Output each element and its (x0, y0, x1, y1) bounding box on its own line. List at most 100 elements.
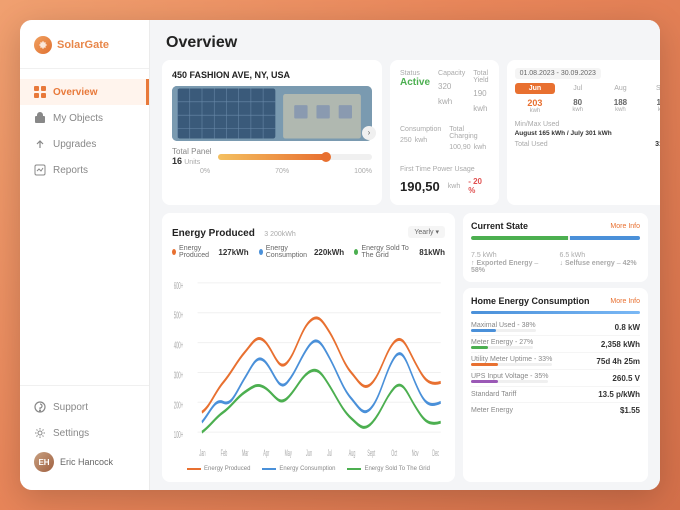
month-tab-jun[interactable]: Jun (515, 83, 556, 94)
right-panel: Current State More Info 7.5 kWh (463, 213, 648, 482)
property-address: 450 FASHION AVE, NY, USA (172, 70, 372, 80)
sidebar-item-reports[interactable]: Reports (20, 157, 149, 183)
calendar-header: 01.08.2023 - 30.09.2023 ▼ (515, 68, 660, 79)
month-tab-sept[interactable]: Sept (643, 83, 660, 94)
legend-dot-produced (172, 249, 176, 255)
page-title: Overview (166, 34, 644, 52)
logo-icon (34, 36, 52, 54)
chart-title-group: Energy Produced 3 200kWh (172, 223, 296, 241)
sidebar: SolarGate Overview My Objects Upgrades (20, 20, 150, 490)
energy-row: Maximal Used - 38% 0.8 kW (471, 319, 640, 336)
svg-text:Feb: Feb (221, 450, 228, 459)
month-val-aug: 188 kwh (600, 98, 641, 114)
home-energy-more-info[interactable]: More Info (610, 298, 640, 305)
svg-text:600+: 600+ (174, 280, 184, 292)
app-container: SolarGate Overview My Objects Upgrades (20, 20, 660, 490)
svg-text:300+: 300+ (174, 369, 184, 381)
selfuse-item: 6.5 kWh ↓ Selfuse energy – 42% (560, 246, 641, 274)
sidebar-item-my-objects[interactable]: My Objects (20, 105, 149, 131)
content-grid: 450 FASHION AVE, NY, USA (150, 60, 660, 490)
energy-rows: Maximal Used - 38% 0.8 kW Meter Energy -… (471, 319, 640, 418)
user-profile[interactable]: EH Eric Hancock (20, 446, 149, 478)
month-tab-jul[interactable]: Jul (557, 83, 598, 94)
svg-text:Jul: Jul (327, 450, 332, 459)
svg-text:200+: 200+ (174, 399, 184, 411)
capacity-item: Capacity 320 kwh (438, 70, 465, 114)
current-state-header: Current State More Info (471, 221, 640, 231)
svg-text:Sept: Sept (367, 450, 375, 459)
panel-bar-fill (218, 154, 326, 160)
current-state-more-info[interactable]: More Info (610, 223, 640, 230)
bottom-row: Energy Produced 3 200kWh Yearly ▾ Energy… (162, 213, 648, 482)
sidebar-item-label: Overview (53, 87, 97, 98)
legend-item-consumption: Energy Consumption 220kWh (259, 245, 345, 259)
next-arrow[interactable]: › (362, 126, 376, 140)
chart-header: Energy Produced 3 200kWh Yearly ▾ (172, 223, 445, 241)
current-state-progress (471, 236, 640, 240)
month-values: 203 kwh 80 kwh 188 kwh 143 (515, 98, 660, 114)
energy-row: Meter Energy - 27% 2,358 kWh (471, 336, 640, 353)
total-charging-item: Total Charging 100,90 kwh (449, 126, 488, 152)
svg-text:Mar: Mar (242, 450, 249, 459)
bar-percents: 0% 70% 100% (172, 168, 372, 175)
progress-exported (471, 236, 568, 240)
status-item: Status Active (400, 70, 430, 114)
main-content: Overview 450 FASHION AVE, NY, USA (150, 20, 660, 490)
avatar: EH (34, 452, 54, 472)
energy-chart: 600+ 500+ 400+ 300+ 200+ 100+ (172, 263, 445, 462)
cal-stats: Min/Max Used August 165 kWh / July 301 k… (515, 120, 660, 149)
panel-bar-marker (321, 152, 331, 162)
footer-legend-grid: Energy Sold To The Grid (347, 466, 429, 472)
legend-item-produced: Energy Produced 127kWh (172, 245, 249, 259)
sidebar-bottom: Support Settings EH Eric Hancock (20, 385, 149, 478)
sidebar-item-label: Upgrades (53, 139, 96, 150)
home-energy-header: Home Energy Consumption More Info (471, 296, 640, 306)
property-card: 450 FASHION AVE, NY, USA (162, 60, 382, 205)
month-val-jul: 80 kwh (557, 98, 598, 114)
home-energy-card: Home Energy Consumption More Info Maxima… (463, 288, 648, 482)
status-row: Status Active Capacity 320 kwh Total Yie… (400, 70, 489, 114)
svg-text:Nov: Nov (412, 450, 419, 459)
panel-label: Total Panel 16 Units (172, 147, 212, 166)
total-yield-item: Total Yield 190 kwh (473, 70, 488, 114)
state-values: 7.5 kWh ↑ Exported Energy – 58% 6.5 kWh (471, 246, 640, 274)
sidebar-item-label: Settings (53, 428, 89, 439)
sidebar-item-label: My Objects (53, 113, 103, 124)
panel-info: Total Panel 16 Units (172, 147, 372, 166)
consumption-item: Consumption 250 kwh (400, 126, 441, 152)
footer-legend-consumption: Energy Consumption (262, 466, 335, 472)
chart-legend: Energy Produced 127kWh Energy Consumptio… (172, 245, 445, 259)
stats-card: Status Active Capacity 320 kwh Total Yie… (390, 60, 499, 205)
date-range[interactable]: 01.08.2023 - 30.09.2023 (515, 68, 601, 79)
month-val-jun: 203 kwh (515, 98, 556, 114)
sidebar-item-support[interactable]: Support (20, 394, 149, 420)
sidebar-item-upgrades[interactable]: Upgrades (20, 131, 149, 157)
energy-row: Utility Meter Uptime - 33% 75d 4h 25m (471, 353, 640, 370)
top-highlight-bar (471, 311, 640, 314)
logo-text: SolarGate (57, 39, 109, 51)
svg-text:Oct: Oct (391, 450, 397, 459)
sidebar-item-label: Support (53, 402, 88, 413)
footer-legend-produced: Energy Produced (187, 466, 250, 472)
sidebar-item-overview[interactable]: Overview (20, 79, 149, 105)
calendar-card: 01.08.2023 - 30.09.2023 ▼ Jun Jul Aug Se… (507, 60, 660, 205)
svg-text:500+: 500+ (174, 310, 184, 322)
logo: SolarGate (20, 36, 149, 69)
sidebar-item-settings[interactable]: Settings (20, 420, 149, 446)
first-time-row: First Time Power Usage (400, 166, 489, 173)
month-tab-aug[interactable]: Aug (600, 83, 641, 94)
energy-row: Standard Tariff 13.5 p/kWh (471, 387, 640, 403)
chart-subtitle: 3 200kWh (264, 231, 296, 238)
consumption-row: Consumption 250 kwh Total Charging 100,9… (400, 126, 489, 152)
energy-row: Meter Energy $1.55 (471, 403, 640, 418)
current-state-card: Current State More Info 7.5 kWh (463, 213, 648, 282)
chart-period-selector[interactable]: Yearly ▾ (408, 226, 445, 238)
svg-text:100+: 100+ (174, 429, 184, 441)
panel-bar (218, 154, 372, 160)
month-tabs: Jun Jul Aug Sept (515, 83, 660, 94)
svg-text:Apr: Apr (263, 450, 269, 459)
svg-text:Dec: Dec (432, 450, 439, 459)
progress-selfuse (570, 236, 640, 240)
chart-card: Energy Produced 3 200kWh Yearly ▾ Energy… (162, 213, 455, 482)
chart-area: 600+ 500+ 400+ 300+ 200+ 100+ (172, 263, 445, 462)
